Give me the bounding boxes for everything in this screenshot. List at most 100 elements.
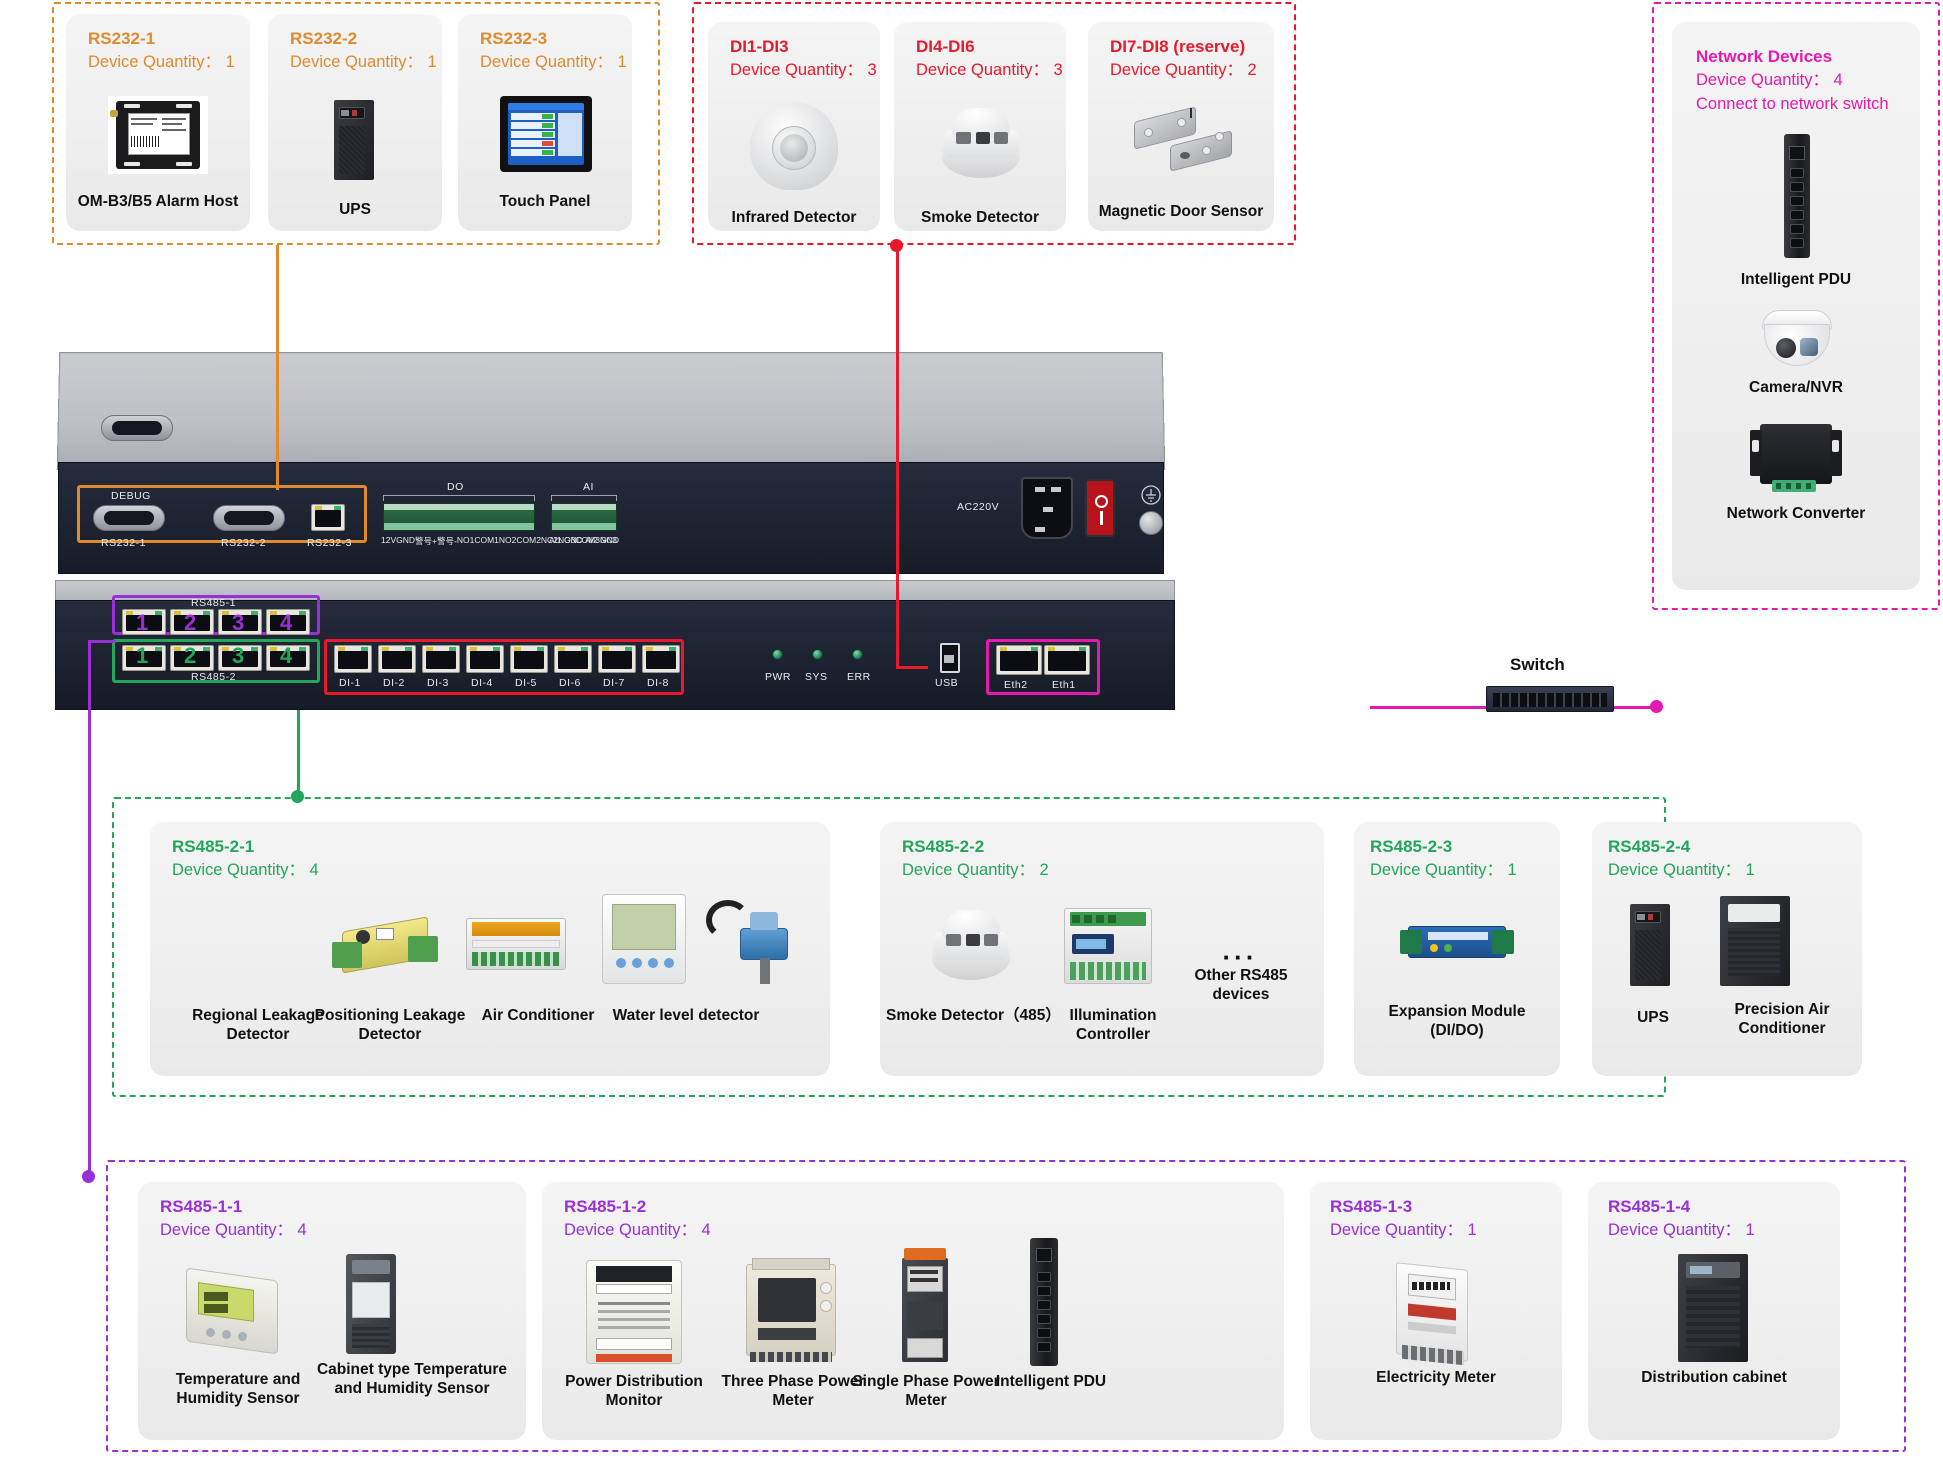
smoke-detector-485-image [924,906,1018,990]
magnetic-door-sensor-image [1130,108,1240,180]
do-term-2: 警号+ [415,535,437,547]
err-led [852,649,863,660]
di-port-4[interactable] [466,645,504,673]
eth1-port[interactable] [1044,645,1090,675]
device-name: Magnetic Door Sensor [1094,202,1268,221]
card-rs232-2[interactable]: RS232-2 Device Quantity： 1 UPS [268,14,442,231]
card-rs232-1[interactable]: RS232-1 Device Quantity： 1 OM-B3/B5 Alar… [66,14,250,231]
ai-terminal-block[interactable] [551,503,617,531]
card-di7-di8[interactable]: DI7-DI8 (reserve) Device Quantity： 2 Mag… [1088,22,1274,231]
card-title: RS485-2-2 [902,836,1049,859]
di-port-2[interactable] [378,645,416,673]
connector-rs485-1-v [88,640,91,1176]
card-title: RS485-2-1 [172,836,319,859]
ground-symbol-icon [1141,485,1161,505]
card-di1-di3[interactable]: DI1-DI3 Device Quantity： 3 Infrared Dete… [708,22,880,231]
device-name: Smoke Detector（485） [886,1006,1058,1025]
card-quantity: Device Quantity： 2 [1110,59,1257,83]
device-name: Cabinet type Temperature and Humidity Se… [314,1360,510,1399]
switch-image [1486,686,1614,712]
do-terminal-block[interactable] [383,503,535,531]
di-port-6[interactable] [554,645,592,673]
device-name: Expansion Module (DI/DO) [1360,1002,1554,1041]
rs232-3-label: RS232-3 [307,537,352,549]
debug-label: DEBUG [111,490,151,502]
do-term-1: GND [396,535,415,547]
touch-panel-image [500,96,592,172]
camera-nvr-image [1756,308,1838,372]
device-name: Three Phase Power Meter [718,1372,868,1411]
card-rs485-2-2[interactable]: RS485-2-2 Device Quantity： 2 Smoke Detec… [880,822,1324,1076]
switch-label: Switch [1510,655,1565,675]
card-title: RS232-1 [88,28,235,51]
di-port-label-6: DI-6 [559,677,581,689]
do-term-3: 警号- [437,535,457,547]
chassis-rear-panel: DEBUG RS232-1 RS232-2 RS232-3 DO 12V GND… [58,462,1164,574]
di-port-7[interactable] [598,645,636,673]
power-switch[interactable] [1085,479,1115,537]
rs485-1-port-num-4: 4 [280,610,292,636]
card-quantity: Device Quantity： 1 [290,51,437,75]
card-rs232-3[interactable]: RS232-3 Device Quantity： 1 Touch Panel [458,14,632,231]
ups-image [330,96,380,182]
rs232-2-port[interactable] [213,505,285,531]
card-rs485-2-1[interactable]: RS485-2-1 Device Quantity： 4 Regional Le… [150,822,830,1076]
device-name: OM-B3/B5 Alarm Host [74,192,242,211]
card-title: RS485-2-4 [1608,836,1755,859]
card-title: RS232-3 [480,28,627,51]
card-rs485-2-3[interactable]: RS485-2-3 Device Quantity： 1 Expansion M… [1354,822,1560,1076]
card-network-devices[interactable]: Network Devices Device Quantity： 4 Conne… [1672,22,1920,590]
card-rs485-1-1[interactable]: RS485-1-1 Device Quantity： 4 Temperature… [138,1182,526,1440]
rs232-3-port[interactable] [311,504,345,531]
ai-term-3: GND [600,535,619,545]
ai-terminal-labels: AI1 GND AI2 GND [549,535,619,545]
rs232-1-label: RS232-1 [101,537,146,549]
network-converter-image [1750,422,1846,496]
rs485-2-label: RS485-2 [191,671,236,683]
card-rs485-2-4[interactable]: RS485-2-4 Device Quantity： 1 UPS Precisi… [1592,822,1862,1076]
card-quantity: Device Quantity： 1 [88,51,235,75]
card-title: RS485-1-3 [1330,1196,1477,1219]
rs485-2-port-num-2: 2 [184,643,196,669]
do-term-5: COM1 [474,535,499,547]
rs485-2-port-num-3: 3 [232,643,244,669]
di-port-label-5: DI-5 [515,677,537,689]
di-port-8[interactable] [642,645,680,673]
di-port-5[interactable] [510,645,548,673]
eth2-port[interactable] [996,645,1042,675]
card-title: RS485-1-4 [1608,1196,1755,1219]
device-name: Camera/NVR [1686,378,1906,397]
di-port-label-3: DI-3 [427,677,449,689]
err-led-label: ERR [847,671,871,683]
rs485-2-port-num-1: 1 [136,643,148,669]
device-name: Network Converter [1686,504,1906,523]
ground-screw [1139,511,1163,535]
device-name: Precision Air Conditioner [1710,1000,1854,1039]
device-name: Smoke Detector [900,208,1060,227]
ai-label: AI [583,481,594,493]
intelligent-pdu-image [1030,1238,1058,1366]
do-bracket [383,495,535,501]
device-name: Intelligent PDU [1686,270,1906,289]
di-port-1[interactable] [334,645,372,673]
card-rs485-1-3[interactable]: RS485-1-3 Device Quantity： 1 Electricity… [1310,1182,1562,1440]
di-port-label-8: DI-8 [647,677,669,689]
card-rs485-1-4[interactable]: RS485-1-4 Device Quantity： 1 Distributio… [1588,1182,1840,1440]
eth2-label: Eth2 [1004,679,1028,691]
card-title: DI4-DI6 [916,36,1063,59]
connector-rs485-1-dot [82,1170,95,1183]
connector-rs485-1-h1 [88,640,116,643]
card-rs485-1-2[interactable]: RS485-1-2 Device Quantity： 4 Power Distr… [542,1182,1284,1440]
device-name: Infrared Detector [714,208,874,227]
chassis-rear-top [57,352,1166,470]
ai-term-0: AI1 [549,535,562,545]
rs232-1-port[interactable] [93,505,165,531]
di-port-3[interactable] [422,645,460,673]
usb-port[interactable] [940,643,960,673]
card-title: RS232-2 [290,28,437,51]
card-quantity: Device Quantity： 1 [1330,1219,1477,1243]
di-port-label-1: DI-1 [339,677,361,689]
do-label: DO [447,481,464,493]
ai-term-2: AI2 [585,535,598,545]
card-di4-di6[interactable]: DI4-DI6 Device Quantity： 3 Smoke Detecto… [894,22,1066,231]
